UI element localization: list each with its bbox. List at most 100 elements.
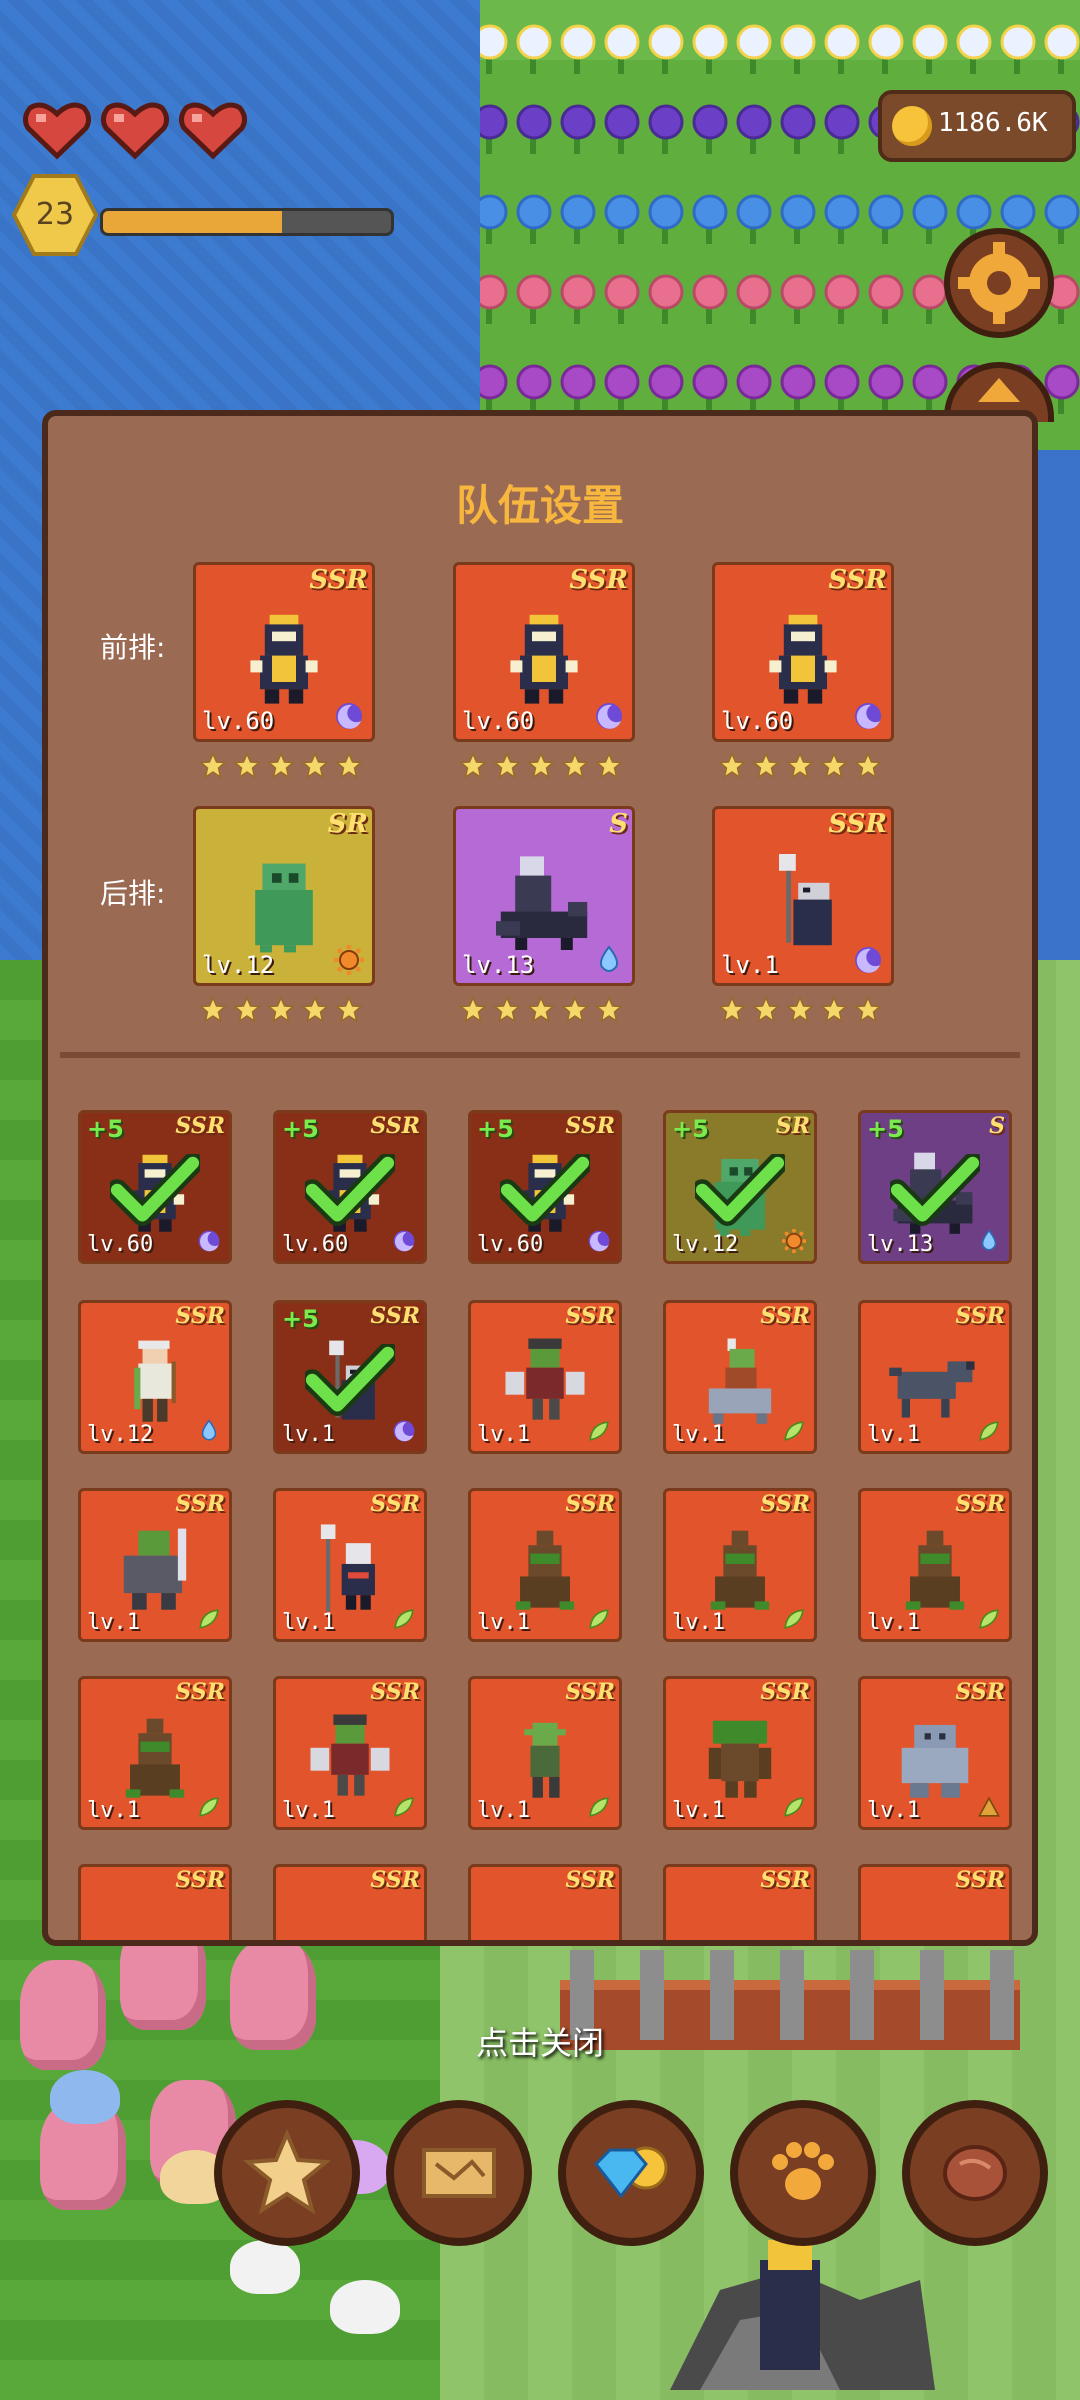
stone-golem-sprite — [901, 1724, 969, 1798]
heart-icon — [22, 102, 92, 160]
hero-level: lv.1 — [477, 1610, 530, 1635]
roster-hero-card[interactable]: SSR lv.1 — [858, 1300, 1012, 1454]
roster-hero-card[interactable]: SSR lv.12 — [78, 1300, 232, 1454]
coin-icon — [892, 106, 932, 146]
upgrade-bonus: +5 — [282, 1115, 319, 1143]
moon-icon — [198, 1230, 220, 1252]
hero-level: lv.1 — [87, 1798, 140, 1823]
back-row-slot[interactable]: Slv.13 — [453, 806, 635, 986]
star-icon — [199, 752, 227, 779]
pets-button[interactable] — [730, 2100, 876, 2246]
treant-sprite — [905, 1530, 965, 1610]
star-rating — [718, 752, 882, 780]
settings-button[interactable] — [944, 228, 1054, 338]
armored-knight-sprite — [510, 614, 578, 704]
hero-level: lv.1 — [282, 1610, 335, 1635]
roster-hero-card[interactable]: SR +5 lv.12 — [663, 1110, 817, 1264]
goblin-sprite — [524, 1722, 566, 1798]
hero-level: lv.12 — [202, 951, 275, 979]
sun-icon — [782, 1229, 806, 1253]
roster-hero-card[interactable]: SSR — [273, 1864, 427, 1940]
hero-level: lv.1 — [282, 1422, 335, 1447]
roster-hero-card[interactable]: SSR lv.1 — [663, 1488, 817, 1642]
star-icon — [786, 996, 814, 1023]
star-icon — [595, 752, 623, 779]
roster-hero-card[interactable]: SSR — [663, 1864, 817, 1940]
rarity-badge: SSR — [828, 809, 887, 839]
hero-level: lv.60 — [721, 707, 794, 735]
rarity-badge: SSR — [565, 1491, 615, 1517]
hero-level: lv.1 — [282, 1798, 335, 1823]
star-icon — [820, 996, 848, 1023]
star-icon — [301, 752, 329, 779]
leaf-icon — [589, 1797, 609, 1817]
orc-warrior-sprite — [123, 1528, 187, 1610]
rarity-badge: SSR — [370, 1867, 420, 1893]
roster-hero-card[interactable]: SSR +5 lv.60 — [468, 1110, 622, 1264]
map-button[interactable] — [386, 2100, 532, 2246]
experience-bar — [100, 208, 394, 236]
front-row-slot[interactable]: SSR lv.60 — [193, 562, 375, 742]
earth-icon — [978, 1796, 1000, 1817]
roster-hero-card[interactable]: SSR lv.1 — [858, 1488, 1012, 1642]
star-icon — [459, 996, 487, 1023]
team-setup-dialog: 队伍设置 前排: 后排: SSR lv.60 SSR lv.60 SSR lv.60 SR l… — [42, 410, 1038, 1946]
rarity-badge: SSR — [370, 1113, 420, 1139]
star-rating — [459, 752, 623, 780]
roster-hero-card[interactable]: SSR lv.1 — [78, 1488, 232, 1642]
roster-hero-card[interactable]: SSR lv.1 — [663, 1676, 817, 1830]
water-drop-icon — [201, 1419, 217, 1441]
star-icon — [561, 996, 589, 1023]
star-icon — [335, 752, 363, 779]
roster-hero-card[interactable]: SSR lv.1 — [858, 1676, 1012, 1830]
tap-to-close-hint[interactable]: 点击关闭 — [0, 2018, 1080, 2064]
roster-hero-card[interactable]: SSR lv.1 — [78, 1676, 232, 1830]
roster-hero-card[interactable]: SSR +5 lv.60 — [273, 1110, 427, 1264]
coin-counter[interactable]: 1186.6K — [878, 90, 1076, 162]
partial-sprite — [883, 1894, 987, 1946]
back-row-slot[interactable]: SSR lv.1 — [712, 806, 894, 986]
shop-button[interactable] — [558, 2100, 704, 2246]
upgrade-bonus: +5 — [867, 1115, 904, 1143]
roster-hero-card[interactable]: SSR lv.1 — [468, 1300, 622, 1454]
leaf-icon — [394, 1609, 414, 1629]
roster-hero-card[interactable]: SSR lv.1 — [663, 1300, 817, 1454]
roster-hero-card[interactable]: SSR — [468, 1864, 622, 1940]
star-rating — [199, 752, 363, 780]
hero-level: lv.60 — [87, 1232, 154, 1257]
star-rating — [718, 996, 882, 1024]
roster-hero-card[interactable]: SSR lv.1 — [468, 1488, 622, 1642]
selected-check-icon — [305, 1153, 395, 1226]
roster-hero-card[interactable]: SSR — [858, 1864, 1012, 1946]
leaf-icon — [394, 1797, 414, 1817]
section-divider — [60, 1052, 1020, 1058]
water-drop-icon — [981, 1229, 997, 1251]
rarity-badge: SSR — [955, 1303, 1005, 1329]
hero-level: lv.1 — [867, 1422, 920, 1447]
tree-giant-sprite — [708, 1720, 772, 1798]
roster-hero-card[interactable]: SSR +5 lv.60 — [78, 1110, 232, 1264]
food-button[interactable] — [902, 2100, 1048, 2246]
rarity-badge: SR — [775, 1113, 810, 1139]
roster-hero-card[interactable]: SSR — [78, 1864, 232, 1940]
roster-hero-card[interactable]: S +5 lv.13 — [858, 1110, 1012, 1264]
rarity-badge: SSR — [370, 1491, 420, 1517]
moon-icon — [588, 1230, 610, 1252]
hero-level: lv.13 — [462, 951, 535, 979]
hero-level: lv.1 — [672, 1610, 725, 1635]
front-row-slot[interactable]: SSR lv.60 — [712, 562, 894, 742]
experience-fill — [103, 211, 282, 233]
roster-hero-card[interactable]: SSR lv.1 — [468, 1676, 622, 1830]
front-row-slot[interactable]: SSR lv.60 — [453, 562, 635, 742]
favorites-button[interactable] — [214, 2100, 360, 2246]
roster-hero-card[interactable]: SSR lv.1 — [273, 1676, 427, 1830]
back-row-slot[interactable]: SR lv.12 — [193, 806, 375, 986]
moon-icon — [855, 947, 881, 973]
roster-hero-card[interactable]: SSR +5 lv.1 — [273, 1300, 427, 1454]
leaf-icon — [784, 1421, 804, 1441]
hero-level: lv.1 — [477, 1422, 530, 1447]
selected-check-icon — [305, 1343, 395, 1416]
star-icon — [595, 996, 623, 1023]
roster-hero-card[interactable]: SSR lv.1 — [273, 1488, 427, 1642]
rarity-badge: SSR — [370, 1679, 420, 1705]
